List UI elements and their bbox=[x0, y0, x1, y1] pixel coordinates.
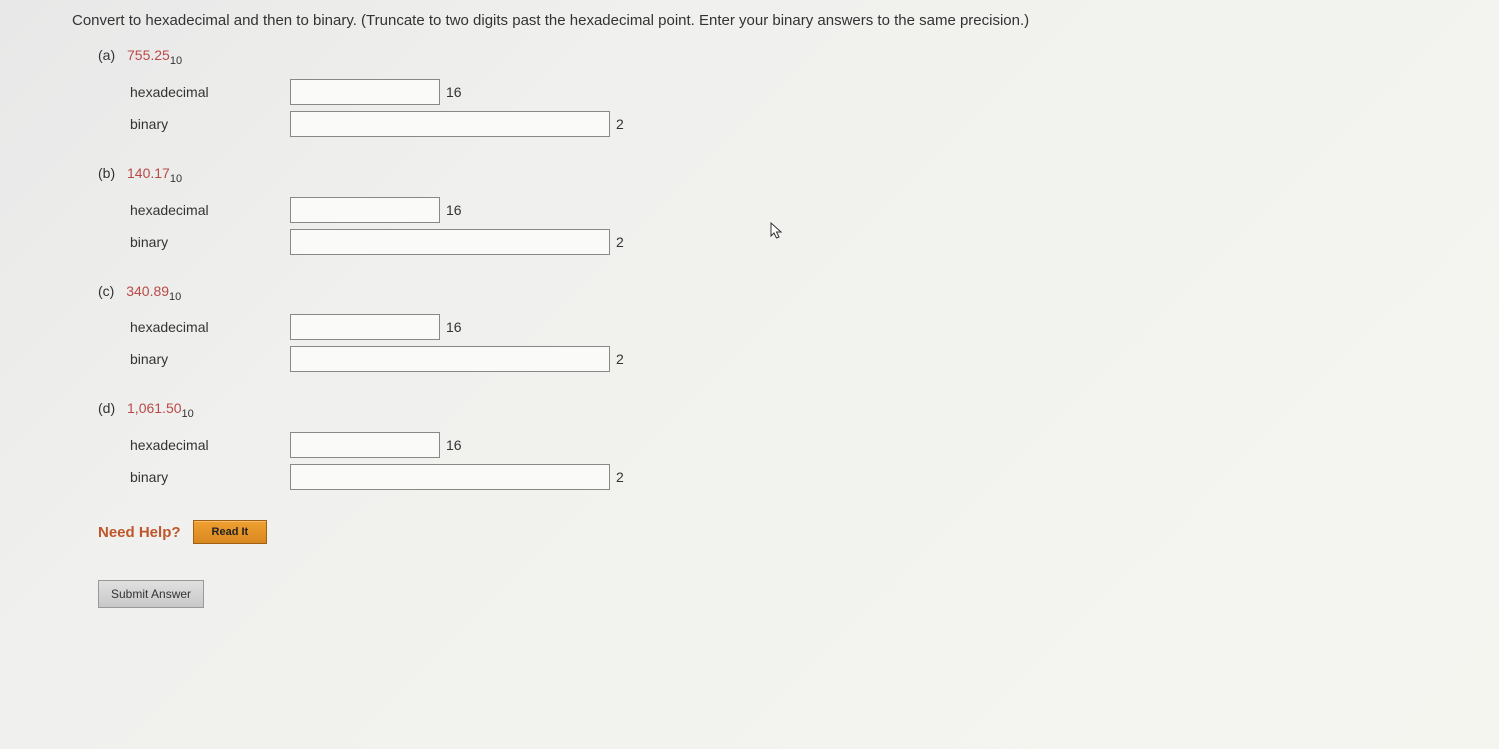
base2-suffix: 2 bbox=[616, 469, 624, 485]
part-c-hex-row: hexadecimal 16 bbox=[72, 314, 1499, 340]
question-content: Convert to hexadecimal and then to binar… bbox=[0, 0, 1499, 608]
part-c: (c) 340.8910 hexadecimal 16 binary 2 bbox=[72, 283, 1499, 373]
part-d: (d) 1,061.5010 hexadecimal 16 binary 2 bbox=[72, 400, 1499, 490]
part-c-bin-row: binary 2 bbox=[72, 346, 1499, 372]
part-d-header: (d) 1,061.5010 bbox=[72, 400, 1499, 420]
part-d-bin-input[interactable] bbox=[290, 464, 610, 490]
part-b-hex-row: hexadecimal 16 bbox=[72, 197, 1499, 223]
base2-suffix: 2 bbox=[616, 351, 624, 367]
instruction-text: Convert to hexadecimal and then to binar… bbox=[72, 12, 1499, 29]
part-a-base: 10 bbox=[170, 55, 182, 67]
part-a: (a) 755.2510 hexadecimal 16 binary 2 bbox=[72, 47, 1499, 137]
part-d-base: 10 bbox=[182, 408, 194, 420]
part-d-hex-input[interactable] bbox=[290, 432, 440, 458]
need-help-row: Need Help? Read It bbox=[72, 520, 1499, 544]
part-c-value: 340.89 bbox=[126, 283, 169, 299]
part-b-base: 10 bbox=[170, 173, 182, 185]
part-b-bin-row: binary 2 bbox=[72, 229, 1499, 255]
base16-suffix: 16 bbox=[446, 437, 462, 453]
part-a-header: (a) 755.2510 bbox=[72, 47, 1499, 67]
submit-answer-button[interactable]: Submit Answer bbox=[98, 580, 204, 608]
bin-label: binary bbox=[130, 234, 290, 250]
part-b-label: (b) bbox=[98, 165, 115, 181]
base16-suffix: 16 bbox=[446, 202, 462, 218]
read-it-button[interactable]: Read It bbox=[193, 520, 268, 544]
bin-label: binary bbox=[130, 351, 290, 367]
hex-label: hexadecimal bbox=[130, 437, 290, 453]
part-d-label: (d) bbox=[98, 400, 115, 416]
part-a-hex-input[interactable] bbox=[290, 79, 440, 105]
part-a-bin-row: binary 2 bbox=[72, 111, 1499, 137]
hex-label: hexadecimal bbox=[130, 84, 290, 100]
submit-row: Submit Answer bbox=[72, 580, 1499, 608]
base2-suffix: 2 bbox=[616, 234, 624, 250]
bin-label: binary bbox=[130, 469, 290, 485]
part-c-hex-input[interactable] bbox=[290, 314, 440, 340]
part-d-value: 1,061.50 bbox=[127, 400, 182, 416]
part-c-header: (c) 340.8910 bbox=[72, 283, 1499, 303]
part-c-label: (c) bbox=[98, 283, 114, 299]
part-b-header: (b) 140.1710 bbox=[72, 165, 1499, 185]
part-b: (b) 140.1710 hexadecimal 16 binary 2 bbox=[72, 165, 1499, 255]
part-a-value: 755.25 bbox=[127, 47, 170, 63]
base16-suffix: 16 bbox=[446, 84, 462, 100]
need-help-label: Need Help? bbox=[98, 524, 181, 541]
base16-suffix: 16 bbox=[446, 319, 462, 335]
hex-label: hexadecimal bbox=[130, 319, 290, 335]
part-a-hex-row: hexadecimal 16 bbox=[72, 79, 1499, 105]
part-d-hex-row: hexadecimal 16 bbox=[72, 432, 1499, 458]
part-a-bin-input[interactable] bbox=[290, 111, 610, 137]
part-c-bin-input[interactable] bbox=[290, 346, 610, 372]
part-c-base: 10 bbox=[169, 290, 181, 302]
hex-label: hexadecimal bbox=[130, 202, 290, 218]
part-b-bin-input[interactable] bbox=[290, 229, 610, 255]
part-d-bin-row: binary 2 bbox=[72, 464, 1499, 490]
part-b-hex-input[interactable] bbox=[290, 197, 440, 223]
bin-label: binary bbox=[130, 116, 290, 132]
base2-suffix: 2 bbox=[616, 116, 624, 132]
part-a-label: (a) bbox=[98, 47, 115, 63]
part-b-value: 140.17 bbox=[127, 165, 170, 181]
